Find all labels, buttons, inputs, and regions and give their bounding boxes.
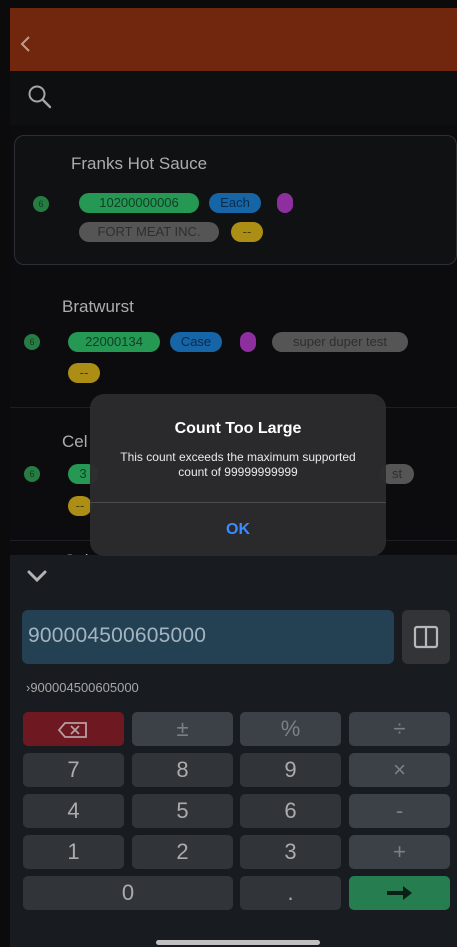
alert-title: Count Too Large [174, 420, 302, 437]
app-frame: Franks Hot Sauce 6 10200000006 Each FORT… [10, 8, 457, 947]
alert-ok-button[interactable]: OK [90, 503, 386, 556]
alert-message: This count exceeds the maximum supported… [120, 450, 356, 479]
alert-dialog: Count Too Large This count exceeds the m… [90, 394, 386, 556]
